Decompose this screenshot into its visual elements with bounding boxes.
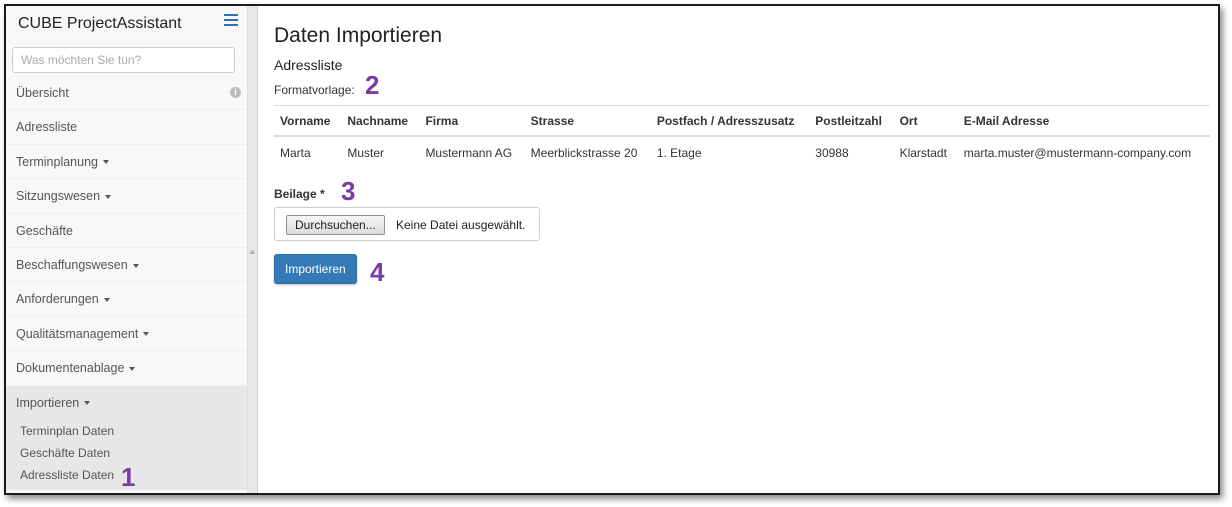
caret-down-icon bbox=[143, 332, 150, 337]
column-header: Vorname bbox=[274, 105, 342, 137]
sidebar-item-qualitaetsmanagement[interactable]: Qualitätsmanagement bbox=[6, 317, 247, 352]
sidebar-item-label: Terminplanung bbox=[16, 154, 98, 169]
table-cell: 30988 bbox=[815, 146, 849, 160]
sidebar-item-uebersicht[interactable]: Übersicht i bbox=[6, 76, 247, 111]
column-header: E-Mail Adresse bbox=[957, 105, 1210, 137]
table-cell: Marta bbox=[280, 146, 311, 160]
submenu-item-label: Adressliste Daten bbox=[20, 467, 115, 482]
table-cell: Meerblickstrasse 20 bbox=[530, 146, 638, 160]
sidebar-item-label: Dokumentenablage bbox=[16, 361, 125, 376]
caret-down-icon bbox=[105, 194, 112, 199]
sidebar-item-label: Importieren bbox=[16, 395, 80, 410]
column-header: Strasse bbox=[524, 105, 651, 137]
caret-down-icon bbox=[103, 298, 110, 303]
column-header: Ort bbox=[893, 105, 958, 137]
sidebar-item-beschaffungswesen[interactable]: Beschaffungswesen bbox=[6, 248, 247, 283]
submenu-container: Terminplan Daten Geschäfte Daten Adressl… bbox=[6, 419, 247, 490]
sidebar-item-label: Adressliste bbox=[16, 120, 78, 135]
submenu-importieren: Terminplan Daten Geschäfte Daten Adressl… bbox=[6, 419, 247, 490]
table-row: Marta Muster Mustermann AG Meerblickstra… bbox=[274, 136, 1210, 168]
attachment-label: Beilage * bbox=[274, 187, 325, 201]
sidebar-item-adressliste[interactable]: Adressliste bbox=[6, 110, 247, 145]
callout-marker-4: 4 bbox=[370, 257, 385, 287]
browse-button[interactable]: Durchsuchen... bbox=[286, 215, 385, 235]
file-upload-field[interactable]: Durchsuchen... Keine Datei ausgewählt. bbox=[274, 207, 540, 241]
app-window: CUBE ProjectAssistant Übersicht i Adress… bbox=[4, 4, 1220, 495]
column-header: Postleitzahl bbox=[809, 105, 894, 137]
sidebar-item-label: Qualitätsmanagement bbox=[16, 326, 139, 341]
table-cell: Klarstadt bbox=[899, 146, 947, 160]
submenu-item-label: Geschäfte Daten bbox=[20, 445, 111, 460]
sidebar: CUBE ProjectAssistant Übersicht i Adress… bbox=[6, 6, 248, 493]
sidebar-item-importieren[interactable]: Importieren bbox=[6, 385, 247, 420]
table-header-row: Vorname Nachname Firma Strasse Postfach … bbox=[274, 105, 1210, 137]
caret-down-icon bbox=[132, 263, 139, 268]
submenu-item-adressliste-daten[interactable]: Adressliste Daten 1 bbox=[6, 464, 247, 490]
column-header: Postfach / Adresszusatz bbox=[650, 105, 810, 137]
submenu-item-geschaefte-daten[interactable]: Geschäfte Daten bbox=[6, 442, 247, 464]
sidebar-item-label: Übersicht bbox=[16, 86, 69, 100]
column-header: Nachname bbox=[341, 105, 420, 137]
sidebar-item-terminplanung[interactable]: Terminplanung bbox=[6, 145, 247, 180]
column-header: Firma bbox=[419, 105, 525, 137]
section-title: Adressliste bbox=[274, 57, 343, 73]
page-title: Daten Importieren bbox=[274, 24, 443, 47]
import-button[interactable]: Importieren bbox=[274, 254, 357, 284]
sidebar-splitter[interactable]: ≡ bbox=[248, 6, 258, 493]
search-input[interactable] bbox=[12, 47, 235, 73]
format-template-label: Formatvorlage: bbox=[274, 83, 355, 97]
hamburger-icon[interactable] bbox=[224, 14, 238, 28]
submenu-item-terminplan-daten[interactable]: Terminplan Daten bbox=[6, 420, 247, 442]
sidebar-item-label: Sitzungswesen bbox=[16, 189, 101, 204]
info-icon: i bbox=[230, 87, 241, 98]
table-cell: marta.muster@mustermann-company.com bbox=[963, 146, 1192, 160]
sidebar-item-label: Anforderungen bbox=[16, 292, 99, 307]
table-cell: Mustermann AG bbox=[425, 146, 513, 160]
sidebar-item-label: Beschaffungswesen bbox=[16, 257, 128, 272]
caret-down-icon bbox=[84, 401, 91, 406]
grip-icon: ≡ bbox=[250, 248, 255, 257]
caret-down-icon bbox=[129, 366, 136, 371]
table-cell: 1. Etage bbox=[656, 146, 702, 160]
caret-down-icon bbox=[103, 160, 109, 165]
main-content: Daten Importieren Adressliste Formatvorl… bbox=[274, 6, 1218, 493]
submenu-item-label: Terminplan Daten bbox=[20, 423, 115, 438]
sidebar-item-label: Geschäfte bbox=[16, 223, 73, 238]
sidebar-item-dokumentenablage[interactable]: Dokumentenablage bbox=[6, 351, 247, 386]
callout-marker-1: 1 bbox=[121, 461, 136, 492]
format-template-table: Vorname Nachname Firma Strasse Postfach … bbox=[274, 105, 1210, 168]
callout-marker-3: 3 bbox=[341, 176, 356, 206]
sidebar-item-anforderungen[interactable]: Anforderungen bbox=[6, 282, 247, 317]
file-status-text: Keine Datei ausgewählt. bbox=[396, 218, 526, 232]
callout-marker-2: 2 bbox=[365, 70, 380, 100]
sidebar-item-geschaefte[interactable]: Geschäfte bbox=[6, 214, 247, 248]
table-cell: Muster bbox=[347, 146, 385, 160]
sidebar-nav: Übersicht i Adressliste Terminplanung Si… bbox=[6, 76, 247, 490]
sidebar-item-sitzungswesen[interactable]: Sitzungswesen bbox=[6, 179, 247, 214]
app-brand[interactable]: CUBE ProjectAssistant bbox=[18, 15, 182, 33]
